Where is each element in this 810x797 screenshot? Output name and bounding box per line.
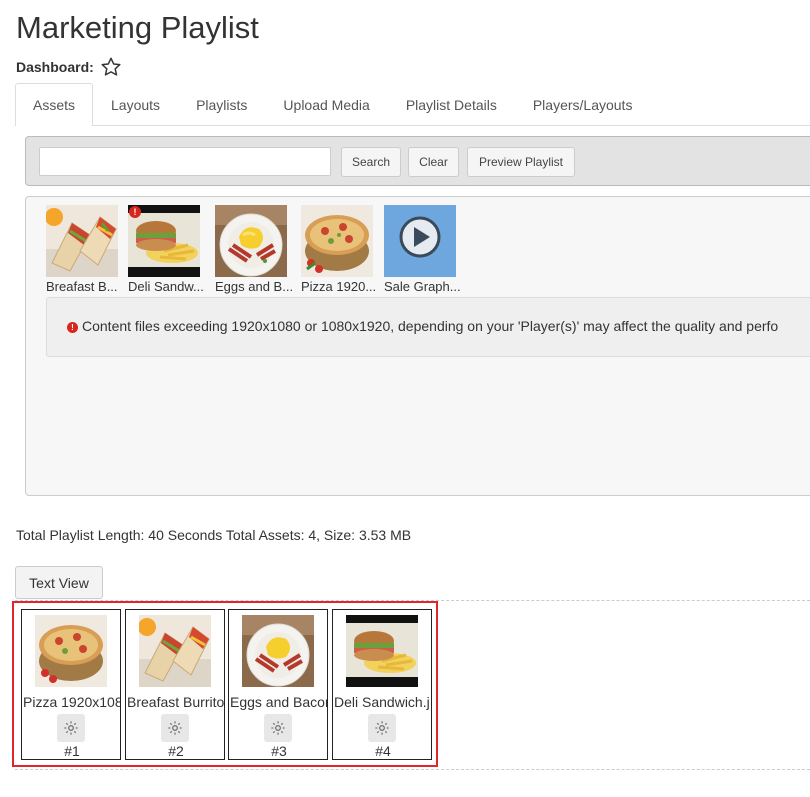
- playlist-summary: Total Playlist Length: 40 Seconds Total …: [16, 527, 412, 543]
- video-thumbnail: [384, 205, 456, 277]
- gear-icon[interactable]: [264, 714, 292, 742]
- sandwich-thumbnail: !: [128, 205, 200, 277]
- asset-tile[interactable]: Pizza 1920...: [301, 205, 385, 294]
- asset-caption: Eggs and B...: [215, 279, 294, 294]
- playlist-item-number: #1: [64, 743, 80, 759]
- eggs-thumbnail: [215, 205, 287, 277]
- asset-tile[interactable]: Eggs and B...: [215, 205, 299, 294]
- notice-text: Content files exceeding 1920x1080 or 108…: [82, 318, 779, 334]
- size-warning-notice: ! Content files exceeding 1920x1080 or 10…: [46, 297, 810, 357]
- playlist-item[interactable]: Breafast Burrito #2: [125, 609, 225, 760]
- tab-bar: Assets Layouts Playlists Upload Media Pl…: [15, 83, 810, 126]
- dashboard-label: Dashboard:: [16, 59, 94, 75]
- search-button[interactable]: Search: [341, 147, 401, 177]
- tab-upload-media[interactable]: Upload Media: [265, 83, 387, 125]
- tab-layouts[interactable]: Layouts: [93, 83, 178, 125]
- page-title: Marketing Playlist: [16, 10, 259, 45]
- gear-icon[interactable]: [161, 714, 189, 742]
- playlist-item[interactable]: Eggs and Bacon #3: [228, 609, 328, 760]
- eggs-thumbnail: [242, 615, 314, 687]
- asset-caption: Pizza 1920...: [301, 279, 377, 294]
- asset-caption: Deli Sandw...: [128, 279, 204, 294]
- playlist-item-number: #2: [168, 743, 184, 759]
- warning-icon: !: [129, 206, 141, 218]
- playlist-item-name: Breafast Burrito: [127, 694, 225, 710]
- dashboard-row: Dashboard:: [16, 56, 122, 78]
- tab-playlists[interactable]: Playlists: [178, 83, 265, 125]
- tab-assets[interactable]: Assets: [15, 83, 94, 126]
- asset-library-panel: Breafast B... ! Deli Sandw... Eggs and B…: [25, 196, 810, 496]
- playlist-item-number: #3: [271, 743, 287, 759]
- asset-tile[interactable]: ! Deli Sandw...: [128, 205, 212, 294]
- gear-icon[interactable]: [368, 714, 396, 742]
- playlist-item-number: #4: [375, 743, 391, 759]
- asset-tile[interactable]: Breafast B...: [46, 205, 130, 294]
- clear-button[interactable]: Clear: [408, 147, 459, 177]
- asset-caption: Breafast B...: [46, 279, 118, 294]
- burrito-thumbnail: [139, 615, 211, 687]
- asset-caption: Sale Graph...: [384, 279, 461, 294]
- playlist-item-name: Deli Sandwich.j: [334, 694, 430, 710]
- playlist-item[interactable]: Deli Sandwich.j #4: [332, 609, 432, 760]
- text-view-button[interactable]: Text View: [15, 566, 103, 599]
- sandwich-thumbnail: [346, 615, 418, 687]
- asset-toolbar: Search Clear Preview Playlist: [25, 136, 810, 186]
- playlist-item-name: Pizza 1920x108: [23, 694, 121, 710]
- playlist-item-name: Eggs and Bacon: [230, 694, 328, 710]
- playlist-item[interactable]: Pizza 1920x108 #1: [21, 609, 121, 760]
- tab-playlist-details[interactable]: Playlist Details: [388, 83, 515, 125]
- burrito-thumbnail: [46, 205, 118, 277]
- tab-players-layouts[interactable]: Players/Layouts: [515, 83, 651, 125]
- gear-icon[interactable]: [57, 714, 85, 742]
- preview-playlist-button[interactable]: Preview Playlist: [467, 147, 575, 177]
- star-icon[interactable]: [100, 56, 122, 78]
- warning-icon: !: [67, 322, 78, 333]
- pizza-thumbnail: [35, 615, 107, 687]
- pizza-thumbnail: [301, 205, 373, 277]
- search-input[interactable]: [39, 147, 331, 176]
- asset-tile[interactable]: Sale Graph...: [384, 205, 468, 294]
